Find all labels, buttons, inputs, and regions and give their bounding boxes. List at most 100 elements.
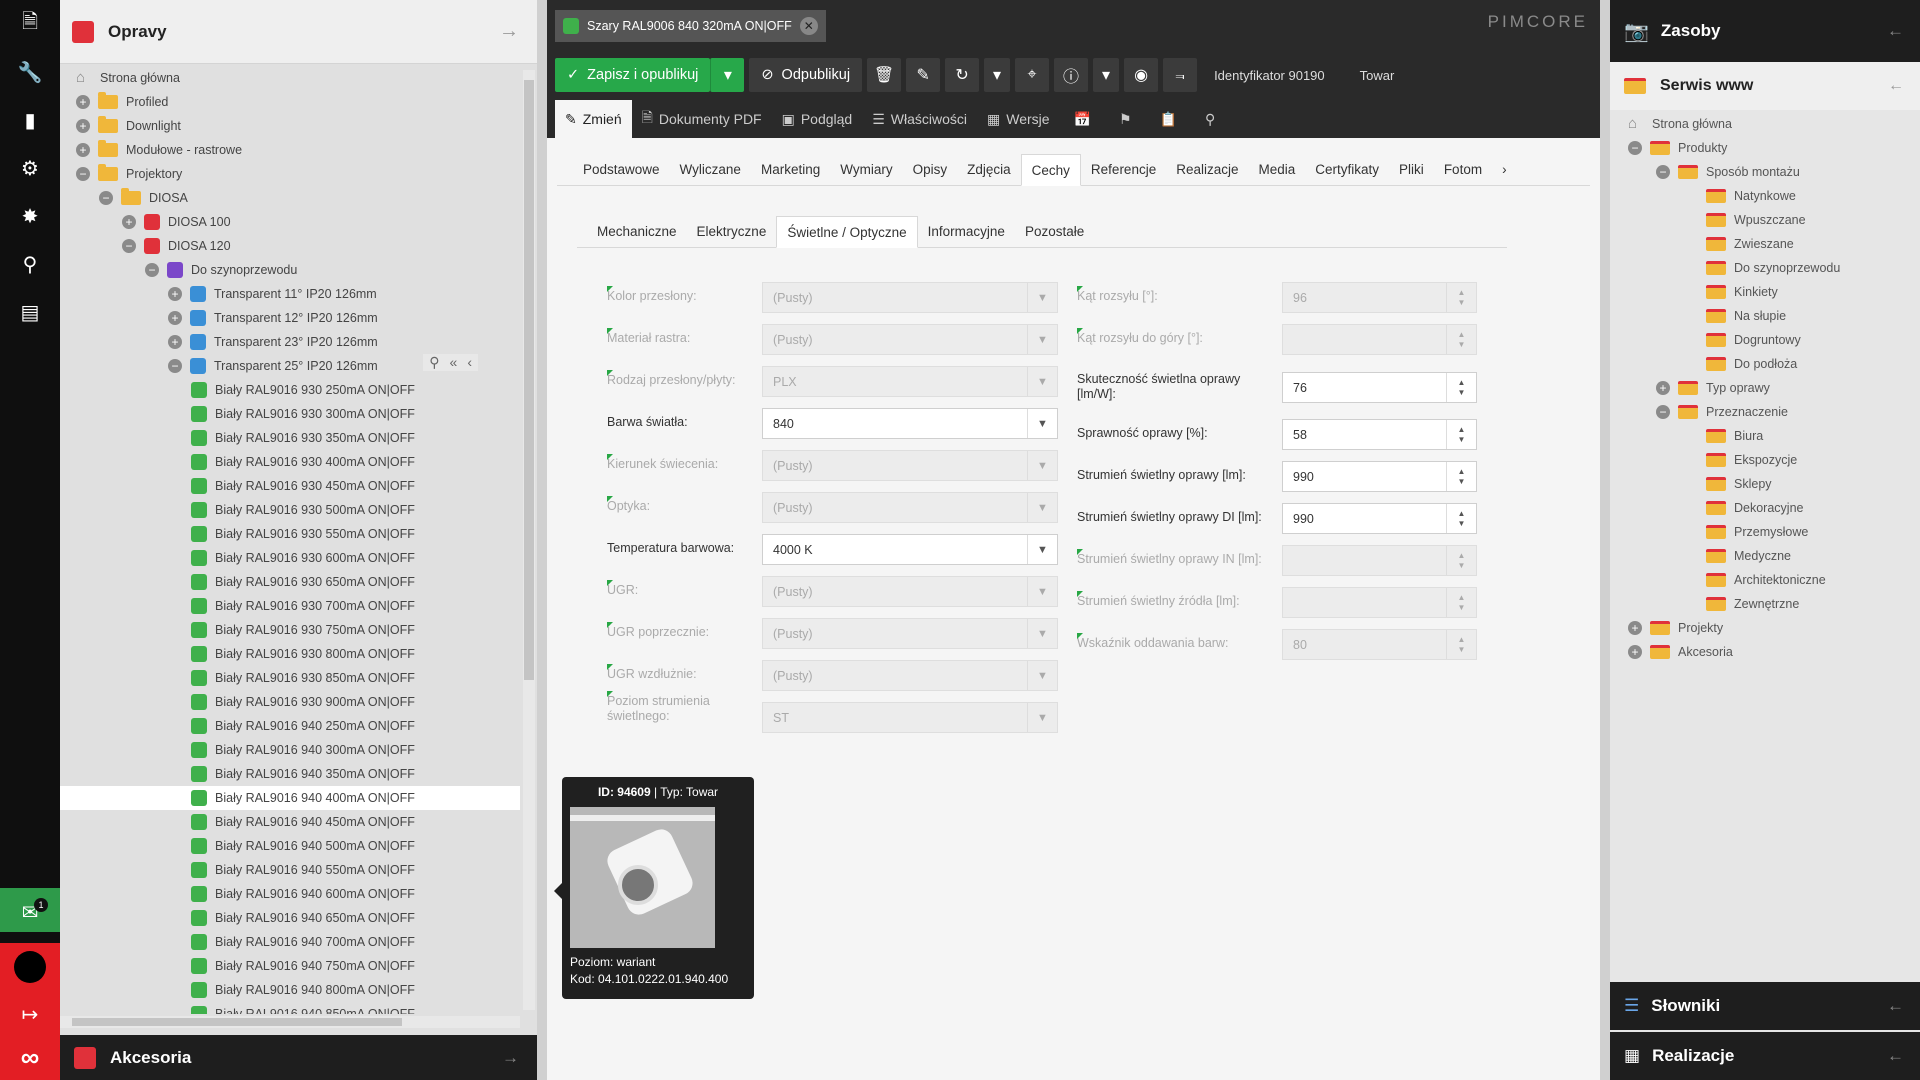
expand-icon[interactable]: +	[122, 215, 136, 229]
asset-tree-node[interactable]: ⌂ Strona główna	[1610, 112, 1920, 136]
settings-icon[interactable]: ⚙	[0, 144, 60, 192]
collapse-icon[interactable]: −	[122, 239, 136, 253]
tree-node[interactable]: + Transparent 11° IP20 126mm	[60, 282, 520, 306]
asset-tree-node[interactable]: Wpuszczane	[1610, 208, 1920, 232]
tab-layout[interactable]: Referencje	[1081, 153, 1166, 185]
list-icon[interactable]: ▤	[0, 288, 60, 336]
asset-tree-node[interactable]: Do szynoprzewodu	[1610, 256, 1920, 280]
realizations-header[interactable]: ▦ Realizacje ←	[1610, 1032, 1920, 1080]
tree-node[interactable]: Biały RAL9016 940 300mA ON|OFF	[60, 738, 520, 762]
expand-icon[interactable]: +	[1628, 621, 1642, 635]
expand-icon[interactable]: +	[168, 287, 182, 301]
delete-button[interactable]: 🗑	[867, 58, 902, 92]
tree-node[interactable]: Biały RAL9016 930 550mA ON|OFF	[60, 522, 520, 546]
tab-layout[interactable]: Opisy	[903, 153, 958, 185]
asset-tree-node[interactable]: − Produkty	[1610, 136, 1920, 160]
collapse-arrow-icon[interactable]: →	[502, 1048, 519, 1068]
tree-node[interactable]: Biały RAL9016 930 350mA ON|OFF	[60, 426, 520, 450]
notifications-button[interactable]: ✉ 1	[0, 888, 60, 932]
expand-icon[interactable]: +	[76, 143, 90, 157]
tree-node[interactable]: Biały RAL9016 930 450mA ON|OFF	[60, 474, 520, 498]
collapse-icon[interactable]: −	[1656, 405, 1670, 419]
tree-node[interactable]: − DIOSA	[60, 186, 520, 210]
tab-layout[interactable]: Podstawowe	[573, 153, 670, 185]
info-options-dropdown[interactable]: ▾	[1093, 58, 1120, 92]
search-icon[interactable]: ⚲	[429, 354, 439, 371]
tree-node[interactable]: + Downlight	[60, 114, 520, 138]
reports-icon[interactable]: ▮	[0, 96, 60, 144]
tree-node[interactable]: + Modułowe - rastrowe	[60, 138, 520, 162]
collapse-arrow-icon[interactable]: ←	[1887, 1046, 1904, 1066]
tab-layout[interactable]: Marketing	[751, 153, 830, 185]
expand-icon[interactable]: +	[1628, 645, 1642, 659]
accessories-panel-header[interactable]: Akcesoria →	[60, 1035, 537, 1080]
tab-preview[interactable]: ▣ Podgląd	[772, 100, 863, 138]
tree-node[interactable]: − DIOSA 120	[60, 234, 520, 258]
collapse-icon[interactable]: −	[1656, 165, 1670, 179]
save-publish-button[interactable]: ✓ Zapisz i opublikuj	[555, 58, 711, 92]
save-options-dropdown[interactable]: ▾	[710, 58, 745, 92]
tab-notes[interactable]: 📋	[1146, 100, 1191, 138]
locate-in-tree-button[interactable]: ⌖	[1015, 58, 1050, 92]
asset-tree-node[interactable]: Zewnętrzne	[1610, 592, 1920, 616]
spinner-icon[interactable]: ▲ ▼	[1446, 373, 1476, 402]
tree-node[interactable]: − Projektory	[60, 162, 520, 186]
chevron-down-icon[interactable]: ▼	[1027, 409, 1057, 438]
tree-node[interactable]: Biały RAL9016 940 500mA ON|OFF	[60, 834, 520, 858]
logout-button[interactable]: ↦	[0, 993, 60, 1035]
tree-node[interactable]: Biały RAL9016 930 300mA ON|OFF	[60, 402, 520, 426]
asset-tree-node[interactable]: Medyczne	[1610, 544, 1920, 568]
tab-layout[interactable]: Certyfikaty	[1305, 153, 1389, 185]
asset-tree-node[interactable]: Na słupie	[1610, 304, 1920, 328]
tree-node[interactable]: Biały RAL9016 930 900mA ON|OFF	[60, 690, 520, 714]
tree-node[interactable]: Biały RAL9016 930 750mA ON|OFF	[60, 618, 520, 642]
tab-layout[interactable]: Zdjęcia	[957, 153, 1021, 185]
expand-icon[interactable]: +	[1656, 381, 1670, 395]
asset-tree-node[interactable]: Przemysłowe	[1610, 520, 1920, 544]
expand-icon[interactable]: +	[76, 95, 90, 109]
tools-icon[interactable]: 🔧	[0, 48, 60, 96]
double-chevron-left-icon[interactable]: «	[450, 354, 458, 371]
tree-node[interactable]: ⌂ Strona główna	[60, 66, 520, 90]
asset-tree-node[interactable]: + Projekty	[1610, 616, 1920, 640]
select-field[interactable]: 840 ▼	[762, 408, 1058, 439]
assets-header[interactable]: 📷 Zasoby ←	[1610, 0, 1920, 62]
collapse-arrow-icon[interactable]: ←	[1887, 996, 1904, 1016]
info-button[interactable]: ⓘ	[1054, 58, 1089, 92]
subtab[interactable]: Elektryczne	[687, 215, 777, 247]
tree-node[interactable]: Biały RAL9016 930 600mA ON|OFF	[60, 546, 520, 570]
numeric-field[interactable]: 990 ▲ ▼	[1282, 503, 1477, 534]
collapse-icon[interactable]: −	[168, 359, 182, 373]
asset-tree-node[interactable]: − Sposób montażu	[1610, 160, 1920, 184]
asset-tree-node[interactable]: + Akcesoria	[1610, 640, 1920, 664]
subtab[interactable]: Mechaniczne	[587, 215, 687, 247]
select-field[interactable]: 4000 K ▼	[762, 534, 1058, 565]
left-panel-header[interactable]: Opravy →	[60, 0, 537, 64]
collapse-arrow-icon[interactable]: ←	[1887, 21, 1904, 41]
expand-icon[interactable]: +	[76, 119, 90, 133]
subtab[interactable]: Pozostałe	[1015, 215, 1094, 247]
documents-icon[interactable]: 🗎	[0, 0, 60, 48]
tree-node[interactable]: Biały RAL9016 940 750mA ON|OFF	[60, 954, 520, 978]
tree-node[interactable]: Biały RAL9016 940 650mA ON|OFF	[60, 906, 520, 930]
collapse-icon[interactable]: −	[99, 191, 113, 205]
tree-node[interactable]: Biały RAL9016 930 700mA ON|OFF	[60, 594, 520, 618]
tab-layout[interactable]: Pliki	[1389, 153, 1434, 185]
tab-layout[interactable]: Wyliczane	[670, 153, 751, 185]
tab-layout[interactable]: Cechy	[1020, 154, 1081, 186]
tab-properties[interactable]: ☰ Właściwości	[862, 100, 977, 138]
subtab[interactable]: Informacyjne	[918, 215, 1015, 247]
tree-node[interactable]: Biały RAL9016 930 250mA ON|OFF	[60, 378, 520, 402]
tab-layout[interactable]: Fotom	[1434, 153, 1492, 185]
asset-tree-node[interactable]: Do podłoża	[1610, 352, 1920, 376]
tree-node[interactable]: Biały RAL9016 930 500mA ON|OFF	[60, 498, 520, 522]
expand-icon[interactable]: +	[168, 311, 182, 325]
left-splitter[interactable]	[537, 0, 547, 1080]
asset-tree-node[interactable]: Natynkowe	[1610, 184, 1920, 208]
tab-bookmarks[interactable]: ⚑	[1105, 100, 1146, 138]
collapse-arrow-icon[interactable]: ←	[1888, 77, 1904, 95]
asset-tree-node[interactable]: + Typ oprawy	[1610, 376, 1920, 400]
preview-button[interactable]: ◉	[1124, 58, 1159, 92]
close-icon[interactable]: ✕	[799, 17, 818, 35]
asset-tree-node[interactable]: − Przeznaczenie	[1610, 400, 1920, 424]
